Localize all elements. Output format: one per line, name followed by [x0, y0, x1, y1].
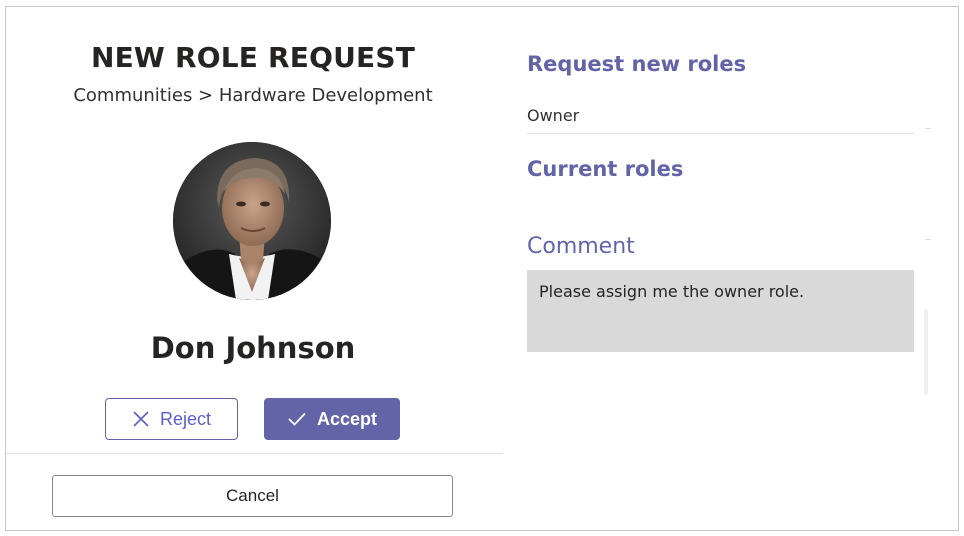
requester-panel: NEW ROLE REQUEST Communities > Hardware …: [6, 7, 503, 530]
role-details-panel: Request new roles Owner Current roles Co…: [527, 7, 947, 530]
breadcrumb: Communities > Hardware Development: [73, 85, 433, 106]
list-edge-tick: [925, 128, 931, 129]
role-request-dialog: NEW ROLE REQUEST Communities > Hardware …: [5, 6, 959, 531]
current-roles-heading: Current roles: [527, 157, 684, 181]
role-divider: [527, 133, 914, 134]
close-icon: [132, 410, 150, 428]
list-edge-tick: [925, 239, 931, 240]
dialog-title: NEW ROLE REQUEST: [90, 41, 416, 74]
reject-button[interactable]: Reject: [105, 398, 238, 440]
user-photo-avatar-icon: [173, 142, 331, 300]
requested-role-item: Owner: [527, 106, 580, 125]
cancel-button[interactable]: Cancel: [52, 475, 453, 517]
footer-divider: [6, 453, 503, 454]
accept-button[interactable]: Accept: [264, 398, 400, 440]
comment-heading: Comment: [527, 234, 635, 259]
checkmark-icon: [287, 411, 307, 427]
scrollbar[interactable]: [924, 309, 928, 395]
comment-text-box: Please assign me the owner role.: [527, 270, 914, 352]
requester-name: Don Johnson: [150, 331, 356, 365]
accept-label: Accept: [316, 408, 378, 429]
avatar: [173, 142, 331, 300]
reject-label: Reject: [159, 408, 212, 429]
request-roles-heading: Request new roles: [527, 52, 747, 76]
